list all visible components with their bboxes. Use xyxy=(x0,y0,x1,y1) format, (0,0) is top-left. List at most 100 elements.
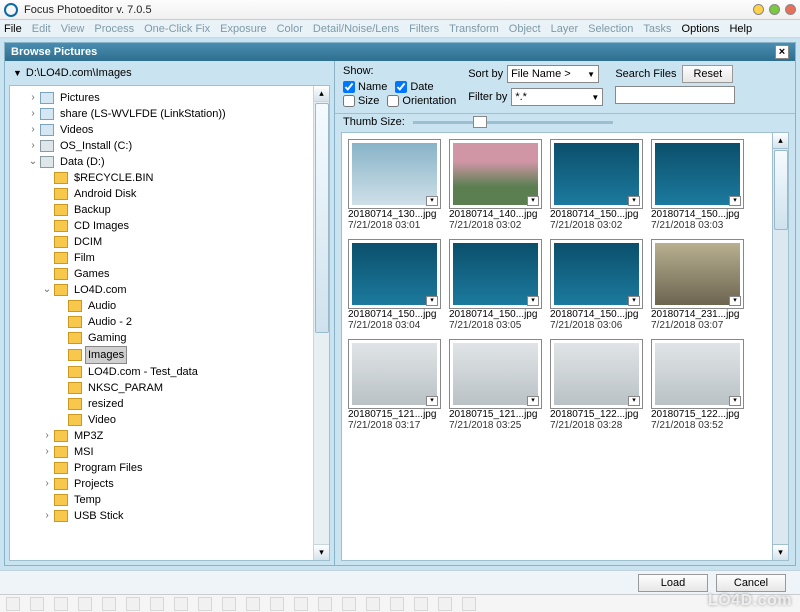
tree-node-backup[interactable]: Backup xyxy=(40,202,327,218)
thumb-menu-button[interactable]: ▾ xyxy=(426,296,438,306)
tree-twisty-icon[interactable]: › xyxy=(40,508,54,524)
tool-icon[interactable] xyxy=(126,597,140,611)
scroll-up-button[interactable]: ▴ xyxy=(773,133,788,149)
chk-orientation[interactable]: Orientation xyxy=(387,95,456,107)
tree-node-video[interactable]: Video xyxy=(54,412,327,428)
tree-twisty-icon[interactable]: ⌄ xyxy=(26,154,40,170)
tree-node-os-install-c-[interactable]: ›OS_Install (C:) xyxy=(26,138,327,154)
tree-node-audio[interactable]: Audio xyxy=(54,298,327,314)
thumb-frame[interactable]: ▾ xyxy=(651,139,744,209)
chk-date-input[interactable] xyxy=(395,81,407,93)
tree-node-audio-2[interactable]: Audio - 2 xyxy=(54,314,327,330)
tree-node-msi[interactable]: ›MSI xyxy=(40,444,327,460)
scroll-up-button[interactable]: ▴ xyxy=(314,86,329,102)
maximize-button[interactable] xyxy=(769,4,780,15)
thumb-frame[interactable]: ▾ xyxy=(651,339,744,409)
tree-node-program-files[interactable]: Program Files xyxy=(40,460,327,476)
tree-node-android-disk[interactable]: Android Disk xyxy=(40,186,327,202)
tool-icon[interactable] xyxy=(414,597,428,611)
tool-icon[interactable] xyxy=(174,597,188,611)
thumbnail[interactable]: ▾20180714_150...jpg7/21/2018 03:06 xyxy=(550,239,643,331)
thumb-frame[interactable]: ▾ xyxy=(449,139,542,209)
tool-icon[interactable] xyxy=(30,597,44,611)
tool-icon[interactable] xyxy=(102,597,116,611)
tree-node-pictures[interactable]: ›Pictures xyxy=(26,90,327,106)
tree-node-games[interactable]: Games xyxy=(40,266,327,282)
tree-node-film[interactable]: Film xyxy=(40,250,327,266)
tree-node-temp[interactable]: Temp xyxy=(40,492,327,508)
thumb-menu-button[interactable]: ▾ xyxy=(426,196,438,206)
tool-icon[interactable] xyxy=(366,597,380,611)
menu-exposure[interactable]: Exposure xyxy=(220,23,266,35)
folder-tree[interactable]: ›Pictures›share (LS-WVLFDE (LinkStation)… xyxy=(9,85,330,561)
menu-transform[interactable]: Transform xyxy=(449,23,499,35)
minimize-button[interactable] xyxy=(753,4,764,15)
tree-node-share-ls-wvlfde-linkstation-[interactable]: ›share (LS-WVLFDE (LinkStation)) xyxy=(26,106,327,122)
thumbs-scrollbar[interactable]: ▴ ▾ xyxy=(772,133,788,560)
thumb-frame[interactable]: ▾ xyxy=(449,339,542,409)
tool-icon[interactable] xyxy=(294,597,308,611)
tree-node-usb-stick[interactable]: ›USB Stick xyxy=(40,508,327,524)
menu-one-click-fix[interactable]: One-Click Fix xyxy=(144,23,210,35)
tool-icon[interactable] xyxy=(342,597,356,611)
tree-node-dcim[interactable]: DCIM xyxy=(40,234,327,250)
thumb-frame[interactable]: ▾ xyxy=(550,239,643,309)
thumb-frame[interactable]: ▾ xyxy=(550,339,643,409)
thumb-menu-button[interactable]: ▾ xyxy=(426,396,438,406)
chk-size-input[interactable] xyxy=(343,95,355,107)
thumb-frame[interactable]: ▾ xyxy=(348,139,441,209)
thumb-menu-button[interactable]: ▾ xyxy=(729,296,741,306)
menu-file[interactable]: File xyxy=(4,23,22,35)
menu-detail-noise-lens[interactable]: Detail/Noise/Lens xyxy=(313,23,399,35)
scroll-thumb[interactable] xyxy=(774,150,788,230)
thumb-size-slider[interactable] xyxy=(413,121,613,124)
thumbnail[interactable]: ▾20180715_122...jpg7/21/2018 03:28 xyxy=(550,339,643,431)
menu-edit[interactable]: Edit xyxy=(32,23,51,35)
search-input[interactable] xyxy=(615,86,735,104)
thumb-frame[interactable]: ▾ xyxy=(348,239,441,309)
tree-node-resized[interactable]: resized xyxy=(54,396,327,412)
thumb-menu-button[interactable]: ▾ xyxy=(527,196,539,206)
tree-node-nksc-param[interactable]: NKSC_PARAM xyxy=(54,380,327,396)
thumbnail[interactable]: ▾20180714_231...jpg7/21/2018 03:07 xyxy=(651,239,744,331)
tree-twisty-icon[interactable]: › xyxy=(26,138,40,154)
tree-node-lo4d-com[interactable]: ⌄LO4D.com xyxy=(40,282,327,298)
thumbnail[interactable]: ▾20180715_121...jpg7/21/2018 03:25 xyxy=(449,339,542,431)
menu-options[interactable]: Options xyxy=(682,23,720,35)
thumb-frame[interactable]: ▾ xyxy=(449,239,542,309)
tree-twisty-icon[interactable]: › xyxy=(26,90,40,106)
menu-layer[interactable]: Layer xyxy=(551,23,579,35)
tree-twisty-icon[interactable]: › xyxy=(40,428,54,444)
thumbnail[interactable]: ▾20180714_150...jpg7/21/2018 03:03 xyxy=(651,139,744,231)
thumbnail[interactable]: ▾20180714_150...jpg7/21/2018 03:04 xyxy=(348,239,441,331)
tree-node-lo4d-com-test-data[interactable]: LO4D.com - Test_data xyxy=(54,364,327,380)
menu-help[interactable]: Help xyxy=(729,23,752,35)
tool-icon[interactable] xyxy=(198,597,212,611)
tree-node-projects[interactable]: ›Projects xyxy=(40,476,327,492)
tree-twisty-icon[interactable]: › xyxy=(26,106,40,122)
scroll-down-button[interactable]: ▾ xyxy=(314,544,329,560)
tool-icon[interactable] xyxy=(270,597,284,611)
tool-icon[interactable] xyxy=(150,597,164,611)
thumbnail[interactable]: ▾20180714_130...jpg7/21/2018 03:01 xyxy=(348,139,441,231)
tree-node-videos[interactable]: ›Videos xyxy=(26,122,327,138)
chk-name-input[interactable] xyxy=(343,81,355,93)
thumbnail[interactable]: ▾20180715_121...jpg7/21/2018 03:17 xyxy=(348,339,441,431)
menu-object[interactable]: Object xyxy=(509,23,541,35)
thumbnail[interactable]: ▾20180714_150...jpg7/21/2018 03:02 xyxy=(550,139,643,231)
thumb-frame[interactable]: ▾ xyxy=(348,339,441,409)
reset-button[interactable]: Reset xyxy=(682,65,733,83)
tool-icon[interactable] xyxy=(78,597,92,611)
thumb-menu-button[interactable]: ▾ xyxy=(527,396,539,406)
thumb-frame[interactable]: ▾ xyxy=(651,239,744,309)
menu-selection[interactable]: Selection xyxy=(588,23,633,35)
tool-icon[interactable] xyxy=(54,597,68,611)
tool-icon[interactable] xyxy=(318,597,332,611)
thumb-menu-button[interactable]: ▾ xyxy=(628,396,640,406)
menu-process[interactable]: Process xyxy=(94,23,134,35)
tool-icon[interactable] xyxy=(222,597,236,611)
menu-color[interactable]: Color xyxy=(277,23,303,35)
thumb-menu-button[interactable]: ▾ xyxy=(729,196,741,206)
tree-twisty-icon[interactable]: › xyxy=(26,122,40,138)
tree-twisty-icon[interactable]: › xyxy=(40,444,54,460)
